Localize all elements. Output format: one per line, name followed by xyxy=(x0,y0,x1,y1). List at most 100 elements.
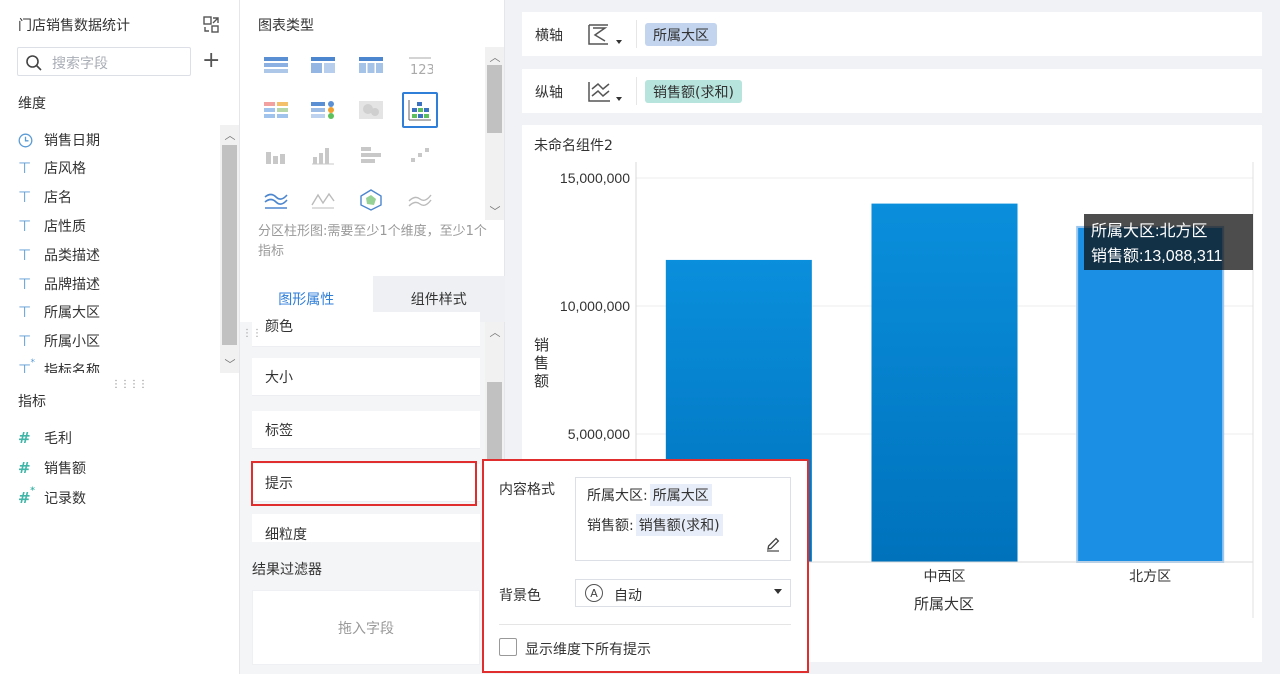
field-item[interactable]: # * 记录数 xyxy=(18,486,86,509)
scroll-up-icon[interactable]: ︿ xyxy=(485,324,505,340)
scatter-icon[interactable] xyxy=(404,139,436,171)
text-field-icon: ⊤ xyxy=(18,246,32,264)
line-icon[interactable] xyxy=(307,184,339,216)
text-field-icon: ⊤ xyxy=(18,303,32,321)
field-search-input[interactable]: 搜索字段 xyxy=(17,47,191,76)
x-axis-type-icon[interactable] xyxy=(586,22,626,48)
property-label-setting[interactable]: 标签 xyxy=(252,411,480,449)
y-axis-title-char: 额 xyxy=(534,373,549,390)
x-axis-row: 横轴 所属大区 xyxy=(522,12,1262,56)
property-granularity[interactable]: 细粒度 xyxy=(252,514,480,543)
y-axis-title-char: 销 xyxy=(534,337,549,354)
property-size[interactable]: 大小 xyxy=(252,358,480,396)
result-filter-title: 结果过滤器 xyxy=(252,562,322,578)
chevron-down-icon xyxy=(774,589,782,594)
x-tick-label: 中西区 xyxy=(924,568,966,584)
field-label: 毛利 xyxy=(44,431,72,447)
measure-section-label: 指标 xyxy=(18,394,46,410)
partition-stack-icon[interactable] xyxy=(355,139,387,171)
detail-table-icon[interactable] xyxy=(355,50,387,82)
field-item[interactable]: ⊤ 店风格 xyxy=(18,157,86,179)
column-icon[interactable] xyxy=(307,139,339,171)
popup-divider xyxy=(499,624,791,625)
field-label: 指标名称 xyxy=(44,363,100,373)
field-label: 品牌描述 xyxy=(44,277,100,293)
partition-bar-icon[interactable] xyxy=(402,92,438,128)
content-format-editor[interactable]: 所属大区: 所属大区 销售额: 销售额(求和) xyxy=(575,477,791,561)
y-axis-title-char: 售 xyxy=(534,355,549,372)
text-field-icon: ⊤ xyxy=(18,275,32,293)
background-color-select[interactable]: A 自动 xyxy=(575,579,791,607)
kpi-number-icon[interactable]: 123 xyxy=(404,50,436,82)
field-item[interactable]: ⊤ * 指标名称 xyxy=(18,358,100,373)
scroll-down-icon[interactable]: ﹀ xyxy=(485,203,505,219)
multi-line-icon[interactable] xyxy=(404,184,436,216)
x-tick-label: 北方区 xyxy=(1129,568,1171,584)
show-all-tips-checkbox[interactable] xyxy=(499,638,517,656)
crosstable-icon[interactable] xyxy=(307,50,339,82)
field-item[interactable]: ⊤ 所属小区 xyxy=(18,330,100,352)
search-icon xyxy=(26,55,42,71)
dot-table-icon[interactable] xyxy=(307,94,339,126)
format-field-tag: 所属大区 xyxy=(649,484,712,506)
property-color[interactable]: 颜色 xyxy=(252,312,480,347)
scroll-down-icon[interactable]: ﹀ xyxy=(220,356,240,372)
dimension-section-label: 维度 xyxy=(18,96,46,112)
x-axis-label: 横轴 xyxy=(535,28,563,44)
field-label: 店名 xyxy=(44,190,72,206)
chart-type-scrollbar-thumb[interactable] xyxy=(487,65,502,133)
format-field-tag: 销售额(求和) xyxy=(635,514,723,536)
area-icon[interactable] xyxy=(260,184,292,216)
y-axis-field-pill[interactable]: 销售额(求和) xyxy=(645,80,742,103)
field-item[interactable]: # 销售额 xyxy=(18,457,86,479)
filter-drop-zone[interactable]: 拖入字段 xyxy=(252,590,480,665)
field-label: 所属小区 xyxy=(44,334,100,350)
bar[interactable] xyxy=(871,203,1018,562)
table-icon[interactable] xyxy=(260,50,292,82)
field-item[interactable]: 销售日期 xyxy=(18,129,100,151)
scroll-up-icon[interactable]: ︿ xyxy=(220,127,240,143)
text-field-icon: ⊤ xyxy=(18,159,32,177)
field-item[interactable]: ⊤ 所属大区 xyxy=(18,301,100,323)
field-label: 店性质 xyxy=(44,219,86,235)
drop-zone-placeholder: 拖入字段 xyxy=(338,620,394,637)
y-axis-type-icon[interactable] xyxy=(586,79,626,105)
field-item[interactable]: ⊤ 品牌描述 xyxy=(18,273,100,295)
scroll-up-icon[interactable]: ︿ xyxy=(485,49,505,65)
tooltip-line: 所属大区:北方区 xyxy=(1091,222,1207,240)
tooltip-highlight-frame xyxy=(251,461,477,506)
bar[interactable] xyxy=(1076,225,1225,563)
field-item[interactable]: # 毛利 xyxy=(18,427,72,449)
dimension-scrollbar-thumb[interactable] xyxy=(222,145,237,345)
y-tick-label: 15,000,000 xyxy=(560,170,630,186)
field-label: 记录数 xyxy=(44,491,86,507)
x-axis-field-pill[interactable]: 所属大区 xyxy=(645,23,717,46)
axis-divider xyxy=(636,20,637,48)
drag-handle-icon[interactable]: ⋮⋮ xyxy=(242,328,262,339)
calc-text-field-icon: ⊤ * xyxy=(18,358,35,373)
add-field-button[interactable]: + xyxy=(202,50,220,72)
splitter-handle-icon[interactable]: ⋮⋮⋮⋮ xyxy=(111,379,148,390)
stacked-column-icon[interactable] xyxy=(260,139,292,171)
field-label: 销售额 xyxy=(44,461,86,477)
tooltip-settings-popup: 内容格式 所属大区: 所属大区 销售额: 销售额(求和) 背景色 A 自动 显示… xyxy=(482,459,809,673)
dimension-list: 销售日期 ⊤ 店风格 ⊤ 店名 ⊤ 店性质 ⊤ 品类描述 ⊤ 品牌描述 ⊤ 所属… xyxy=(0,125,220,373)
property-label: 颜色 xyxy=(265,319,293,335)
heatmap-icon[interactable] xyxy=(355,94,387,126)
radar-icon[interactable] xyxy=(355,184,387,216)
colored-table-icon[interactable] xyxy=(260,94,292,126)
field-item[interactable]: ⊤ 店名 xyxy=(18,186,72,208)
format-line: 所属大区: 所属大区 xyxy=(587,484,712,506)
field-item[interactable]: ⊤ 品类描述 xyxy=(18,244,100,266)
show-all-tips-label: 显示维度下所有提示 xyxy=(525,642,651,658)
y-tick-label: 5,000,000 xyxy=(568,426,630,442)
dataset-title: 门店销售数据统计 xyxy=(18,18,130,34)
field-item[interactable]: ⊤ 店性质 xyxy=(18,215,86,237)
edit-pencil-icon[interactable] xyxy=(765,536,781,552)
switch-dataset-icon[interactable] xyxy=(202,15,220,33)
y-axis-label: 纵轴 xyxy=(535,85,563,101)
axis-divider xyxy=(636,77,637,105)
y-tick-label: 10,000,000 xyxy=(560,298,630,314)
clock-icon xyxy=(18,131,38,149)
x-axis-title: 所属大区 xyxy=(914,596,974,613)
